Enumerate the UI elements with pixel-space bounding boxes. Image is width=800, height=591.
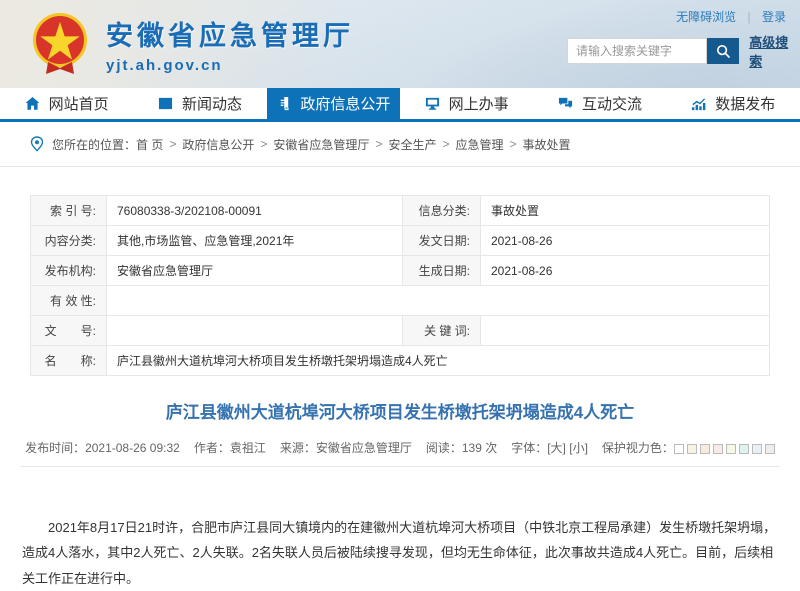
create-date-value: 2021-08-26 bbox=[481, 256, 770, 286]
validity-value bbox=[107, 286, 770, 316]
breadcrumb-link-safety[interactable]: 安全生产 bbox=[388, 136, 436, 153]
nav-item-online-service[interactable]: 网上办事 bbox=[400, 88, 533, 119]
nav-item-home[interactable]: 网站首页 bbox=[0, 88, 133, 119]
content-category-label: 内容分类: bbox=[31, 226, 107, 256]
validity-label: 有 效 性: bbox=[31, 286, 107, 316]
chat-icon bbox=[558, 96, 573, 111]
document-meta-table: 索 引 号: 76080338-3/202108-00091 信息分类: 事故处… bbox=[30, 195, 770, 376]
eye-protect-label: 保护视力色： bbox=[602, 441, 674, 455]
site-url: yjt.ah.gov.cn bbox=[106, 57, 354, 74]
article-body: 2021年8月17日21时许，合肥市庐江县同大镇境内的在建徽州大道杭埠河大桥项目… bbox=[0, 467, 800, 591]
breadcrumb-link-accident[interactable]: 事故处置 bbox=[523, 136, 571, 153]
nav-item-label: 网站首页 bbox=[49, 93, 109, 114]
search-input[interactable] bbox=[567, 38, 707, 64]
nav-item-label: 政府信息公开 bbox=[300, 93, 390, 114]
eye-color-swatch[interactable] bbox=[700, 444, 710, 454]
eye-color-swatch[interactable] bbox=[765, 444, 775, 454]
breadcrumb-link-gov-info[interactable]: 政府信息公开 bbox=[182, 136, 254, 153]
nav-item-label: 互动交流 bbox=[582, 93, 642, 114]
eye-color-swatch[interactable] bbox=[713, 444, 723, 454]
publisher-value: 安徽省应急管理厅 bbox=[107, 256, 403, 286]
eye-color-swatch[interactable] bbox=[687, 444, 697, 454]
nav-item-label: 网上办事 bbox=[449, 93, 509, 114]
accessibility-link[interactable]: 无障碍浏览 bbox=[676, 10, 736, 24]
breadcrumb-link-emergency[interactable]: 应急管理 bbox=[455, 136, 503, 153]
doc-number-label: 文 号: bbox=[31, 316, 107, 346]
article-title: 庐江县徽州大道杭埠河大桥项目发生桥墩托架坍塌造成4人死亡 bbox=[0, 398, 800, 423]
breadcrumb-link-department[interactable]: 安徽省应急管理厅 bbox=[273, 136, 369, 153]
china-national-emblem-icon bbox=[28, 10, 92, 78]
breadcrumb-prefix: 您所在的位置： bbox=[52, 136, 136, 153]
breadcrumb-separator: > bbox=[442, 137, 449, 151]
eye-color-swatch[interactable] bbox=[674, 444, 684, 454]
monitor-icon bbox=[425, 96, 440, 111]
login-link[interactable]: 登录 bbox=[762, 10, 786, 24]
publish-time: 发布时间：2021-08-26 09:32 bbox=[25, 439, 180, 456]
utility-divider: | bbox=[748, 10, 751, 24]
create-date-label: 生成日期: bbox=[403, 256, 481, 286]
site-banner: 无障碍浏览 | 登录 安徽省应急管理厅 yjt.ah.gov.cn 高级搜索 bbox=[0, 0, 800, 88]
breadcrumb-separator: > bbox=[375, 137, 382, 151]
font-size-control: 字体：[大] [小] bbox=[511, 439, 588, 456]
table-row: 发布机构: 安徽省应急管理厅 生成日期: 2021-08-26 bbox=[31, 256, 770, 286]
nav-item-label: 新闻动态 bbox=[182, 93, 242, 114]
author: 作者：袁祖江 bbox=[194, 439, 266, 456]
location-pin-icon bbox=[30, 136, 44, 152]
name-value: 庐江县徽州大道杭埠河大桥项目发生桥墩托架坍塌造成4人死亡 bbox=[107, 346, 770, 376]
keywords-value bbox=[481, 316, 770, 346]
article-paragraph: 2021年8月17日21时许，合肥市庐江县同大镇境内的在建徽州大道杭埠河大桥项目… bbox=[22, 515, 778, 591]
breadcrumb: 您所在的位置： 首 页 > 政府信息公开 > 安徽省应急管理厅 > 安全生产 >… bbox=[0, 122, 800, 167]
eye-color-swatches bbox=[674, 444, 775, 454]
main-nav: 网站首页 新闻动态 政府信息公开 网上办事 互动交流 数据发布 bbox=[0, 88, 800, 122]
site-title: 安徽省应急管理厅 bbox=[106, 14, 354, 53]
issue-date-value: 2021-08-26 bbox=[481, 226, 770, 256]
table-row: 有 效 性: bbox=[31, 286, 770, 316]
nav-item-label: 数据发布 bbox=[715, 93, 775, 114]
table-row: 文 号: 关 键 词: bbox=[31, 316, 770, 346]
article-meta: 发布时间：2021-08-26 09:32 作者：袁祖江 来源：安徽省应急管理厅… bbox=[0, 439, 800, 456]
publisher-label: 发布机构: bbox=[31, 256, 107, 286]
eye-protect-control: 保护视力色： bbox=[602, 439, 775, 456]
breadcrumb-link-home[interactable]: 首 页 bbox=[136, 136, 163, 153]
table-row: 索 引 号: 76080338-3/202108-00091 信息分类: 事故处… bbox=[31, 196, 770, 226]
eye-color-swatch[interactable] bbox=[726, 444, 736, 454]
nav-item-data[interactable]: 数据发布 bbox=[667, 88, 800, 119]
breadcrumb-separator: > bbox=[509, 137, 516, 151]
news-icon bbox=[158, 96, 173, 111]
advanced-search-link[interactable]: 高级搜索 bbox=[749, 32, 800, 70]
breadcrumb-separator: > bbox=[260, 137, 267, 151]
chart-icon bbox=[691, 96, 706, 111]
table-row: 内容分类: 其他,市场监管、应急管理,2021年 发文日期: 2021-08-2… bbox=[31, 226, 770, 256]
search-icon bbox=[716, 44, 731, 59]
font-small-button[interactable]: [小] bbox=[569, 441, 588, 455]
eye-color-swatch[interactable] bbox=[739, 444, 749, 454]
utility-bar: 无障碍浏览 | 登录 bbox=[676, 8, 786, 25]
info-category-value: 事故处置 bbox=[481, 196, 770, 226]
font-size-label: 字体： bbox=[511, 441, 547, 455]
search-area: 高级搜索 bbox=[567, 32, 800, 70]
nav-item-interaction[interactable]: 互动交流 bbox=[533, 88, 666, 119]
table-row: 名 称: 庐江县徽州大道杭埠河大桥项目发生桥墩托架坍塌造成4人死亡 bbox=[31, 346, 770, 376]
info-category-label: 信息分类: bbox=[403, 196, 481, 226]
issue-date-label: 发文日期: bbox=[403, 226, 481, 256]
nav-item-news[interactable]: 新闻动态 bbox=[133, 88, 266, 119]
home-icon bbox=[25, 96, 40, 111]
keywords-label: 关 键 词: bbox=[403, 316, 481, 346]
nav-item-gov-info[interactable]: 政府信息公开 bbox=[267, 88, 400, 119]
breadcrumb-separator: > bbox=[169, 137, 176, 151]
name-label: 名 称: bbox=[31, 346, 107, 376]
document-icon bbox=[276, 96, 291, 111]
index-number-value: 76080338-3/202108-00091 bbox=[107, 196, 403, 226]
search-button[interactable] bbox=[707, 38, 739, 64]
doc-number-value bbox=[107, 316, 403, 346]
content-category-value: 其他,市场监管、应急管理,2021年 bbox=[107, 226, 403, 256]
eye-color-swatch[interactable] bbox=[752, 444, 762, 454]
view-count: 阅读：139 次 bbox=[426, 439, 497, 456]
font-large-button[interactable]: [大] bbox=[547, 441, 566, 455]
source: 来源：安徽省应急管理厅 bbox=[280, 439, 412, 456]
index-number-label: 索 引 号: bbox=[31, 196, 107, 226]
site-logo[interactable]: 安徽省应急管理厅 yjt.ah.gov.cn bbox=[28, 10, 354, 78]
